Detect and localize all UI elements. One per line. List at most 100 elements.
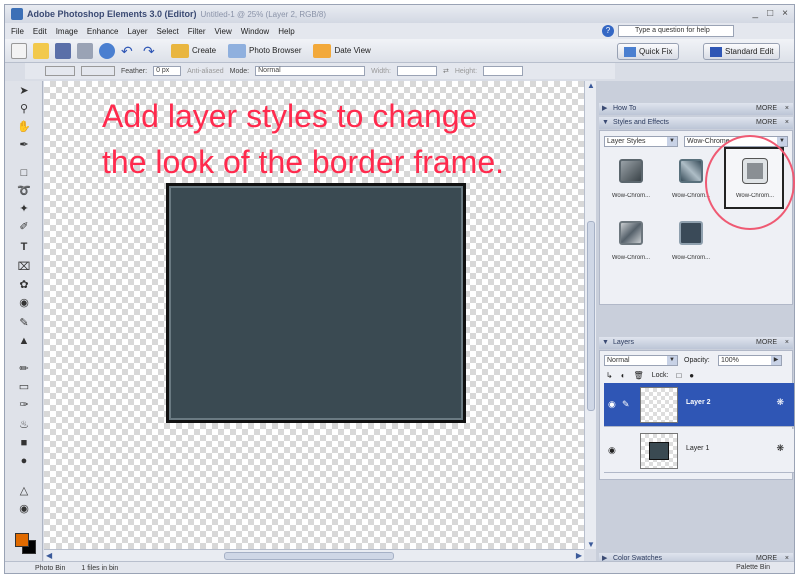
styles-more-button[interactable]: MORE bbox=[756, 117, 777, 129]
opacity-input[interactable]: 100% ▶ bbox=[718, 355, 782, 366]
zoom-tool-icon[interactable]: ⚲ bbox=[17, 103, 31, 116]
blend-mode-select[interactable]: Normal ▼ bbox=[604, 355, 678, 366]
hand-tool-icon[interactable]: ✋ bbox=[17, 121, 31, 134]
photo-browser-button[interactable]: Photo Browser bbox=[228, 43, 301, 58]
height-input[interactable] bbox=[483, 66, 524, 76]
document-canvas[interactable]: Add layer styles to change the look of t… bbox=[44, 81, 584, 549]
open-folder-icon[interactable] bbox=[33, 42, 49, 59]
layers-panel-header[interactable]: ▼ Layers MORE × bbox=[599, 337, 793, 349]
lock-transparency-icon[interactable]: □ bbox=[676, 371, 681, 380]
blur-tool-icon[interactable]: △ bbox=[17, 485, 31, 498]
delete-layer-icon[interactable]: 🗑 bbox=[634, 371, 644, 380]
eyedropper-tool-icon[interactable]: ✒ bbox=[17, 139, 31, 152]
print-icon[interactable] bbox=[77, 42, 93, 59]
layer-row-layer-2[interactable]: ◉ ✎ Layer 2 ❋ bbox=[604, 383, 794, 427]
menu-help[interactable]: Help bbox=[278, 27, 294, 36]
menu-layer[interactable]: Layer bbox=[128, 27, 148, 36]
new-layer-icon[interactable]: ↳ bbox=[606, 371, 613, 380]
menu-window[interactable]: Window bbox=[241, 27, 269, 36]
menu-filter[interactable]: Filter bbox=[188, 27, 206, 36]
layer-style-fx-icon[interactable]: ❋ bbox=[776, 443, 784, 454]
mode-select[interactable]: Normal bbox=[255, 66, 366, 76]
save-icon[interactable] bbox=[55, 42, 71, 59]
styles-panel-header[interactable]: ▼ Styles and Effects MORE × bbox=[599, 117, 793, 129]
brush-link-icon[interactable]: ✎ bbox=[622, 399, 630, 410]
healing-brush-tool-icon[interactable]: ✎ bbox=[17, 317, 31, 330]
horizontal-scroll-thumb[interactable] bbox=[224, 552, 394, 560]
minimize-button[interactable]: _ bbox=[753, 8, 759, 19]
vertical-scroll-thumb[interactable] bbox=[587, 221, 595, 411]
menu-image[interactable]: Image bbox=[56, 27, 78, 36]
close-button[interactable]: × bbox=[782, 8, 788, 19]
clone-stamp-tool-icon[interactable]: ▲ bbox=[17, 335, 31, 348]
new-file-icon[interactable] bbox=[11, 42, 27, 59]
selection-brush-tool-icon[interactable]: ✐ bbox=[17, 221, 31, 234]
anti-aliased-checkbox[interactable]: Anti-aliased bbox=[187, 68, 224, 75]
visibility-eye-icon[interactable]: ◉ bbox=[608, 445, 616, 456]
width-input[interactable] bbox=[396, 66, 437, 76]
swap-icon[interactable]: ⇄ bbox=[443, 67, 449, 75]
styles-close-icon[interactable]: × bbox=[785, 117, 789, 129]
how-to-panel-header[interactable]: ▶ How To MORE × bbox=[599, 103, 793, 115]
menu-enhance[interactable]: Enhance bbox=[87, 27, 119, 36]
pencil-tool-icon[interactable]: ✏ bbox=[17, 363, 31, 376]
type-tool-icon[interactable]: T bbox=[17, 241, 31, 254]
expand-triangle-icon[interactable]: ▼ bbox=[602, 117, 609, 129]
move-tool-icon[interactable]: ➤ bbox=[17, 85, 31, 98]
brush-tool-icon[interactable]: ✑ bbox=[17, 399, 31, 412]
how-to-close-icon[interactable]: × bbox=[785, 103, 789, 115]
lasso-tool-icon[interactable]: ➰ bbox=[17, 185, 31, 198]
layer-style-fx-icon[interactable]: ❋ bbox=[776, 397, 784, 408]
create-button[interactable]: Create bbox=[171, 43, 216, 58]
horizontal-scrollbar[interactable]: ◀ ▶ bbox=[44, 549, 584, 561]
menu-file[interactable]: File bbox=[11, 27, 24, 36]
paint-bucket-tool-icon[interactable]: ♨ bbox=[17, 419, 31, 432]
adjustment-layer-icon[interactable]: ◐ bbox=[621, 371, 626, 380]
menu-select[interactable]: Select bbox=[157, 27, 179, 36]
eraser-tool-icon[interactable]: ▭ bbox=[17, 381, 31, 394]
foreground-color-swatch[interactable] bbox=[15, 533, 29, 547]
help-search-input[interactable]: Type a question for help bbox=[618, 25, 734, 37]
menu-edit[interactable]: Edit bbox=[33, 27, 47, 36]
menu-view[interactable]: View bbox=[215, 27, 232, 36]
selection-mode-icon[interactable] bbox=[81, 66, 115, 76]
lock-all-icon[interactable]: ● bbox=[689, 371, 694, 380]
collapse-triangle-icon[interactable]: ▶ bbox=[602, 103, 607, 115]
feather-input[interactable]: 0 px bbox=[153, 66, 182, 76]
how-to-more-button[interactable]: MORE bbox=[756, 103, 777, 115]
scroll-down-arrow-icon[interactable]: ▼ bbox=[587, 540, 595, 549]
scroll-left-arrow-icon[interactable]: ◀ bbox=[46, 551, 52, 560]
style-tile-4[interactable]: Wow-Chrom... bbox=[604, 215, 658, 273]
style-tile-1[interactable]: Wow-Chrom... bbox=[604, 153, 658, 211]
cookie-cutter-tool-icon[interactable]: ✿ bbox=[17, 279, 31, 292]
undo-icon[interactable]: ↶ bbox=[121, 43, 137, 59]
border-frame-shape[interactable] bbox=[166, 183, 466, 423]
standard-edit-button[interactable]: Standard Edit bbox=[703, 43, 781, 60]
marquee-options-icon[interactable] bbox=[45, 66, 75, 76]
palette-bin-toggle[interactable]: Palette Bin bbox=[736, 564, 770, 571]
quick-fix-button[interactable]: Quick Fix bbox=[617, 43, 680, 60]
maximize-button[interactable]: □ bbox=[767, 8, 773, 19]
photo-bin-toggle[interactable]: Photo Bin bbox=[35, 565, 65, 572]
layer-row-layer-1[interactable]: ◉ Layer 1 ❋ bbox=[604, 429, 794, 473]
crop-tool-icon[interactable]: ⌧ bbox=[17, 261, 31, 274]
red-eye-tool-icon[interactable]: ◉ bbox=[17, 297, 31, 310]
visibility-eye-icon[interactable]: ◉ bbox=[608, 399, 616, 410]
date-view-button[interactable]: Date View bbox=[313, 43, 371, 58]
online-services-icon[interactable] bbox=[99, 42, 115, 59]
redo-icon[interactable]: ↷ bbox=[143, 43, 159, 59]
style-category-select[interactable]: Layer Styles ▼ bbox=[604, 136, 678, 147]
help-icon[interactable]: ? bbox=[602, 25, 614, 37]
magic-wand-tool-icon[interactable]: ✦ bbox=[17, 203, 31, 216]
style-tile-5[interactable]: Wow-Chrom... bbox=[664, 215, 718, 273]
scroll-right-arrow-icon[interactable]: ▶ bbox=[576, 551, 582, 560]
layers-more-button[interactable]: MORE bbox=[756, 337, 777, 349]
shape-tool-icon[interactable]: ● bbox=[17, 455, 31, 468]
gradient-tool-icon[interactable]: ■ bbox=[17, 437, 31, 450]
expand-triangle-icon[interactable]: ▼ bbox=[602, 337, 609, 349]
vertical-scrollbar[interactable]: ▲ ▼ bbox=[584, 81, 596, 549]
layers-close-icon[interactable]: × bbox=[785, 337, 789, 349]
marquee-tool-icon[interactable]: □ bbox=[17, 167, 31, 180]
sponge-tool-icon[interactable]: ◉ bbox=[17, 503, 31, 516]
scroll-up-arrow-icon[interactable]: ▲ bbox=[587, 81, 595, 90]
